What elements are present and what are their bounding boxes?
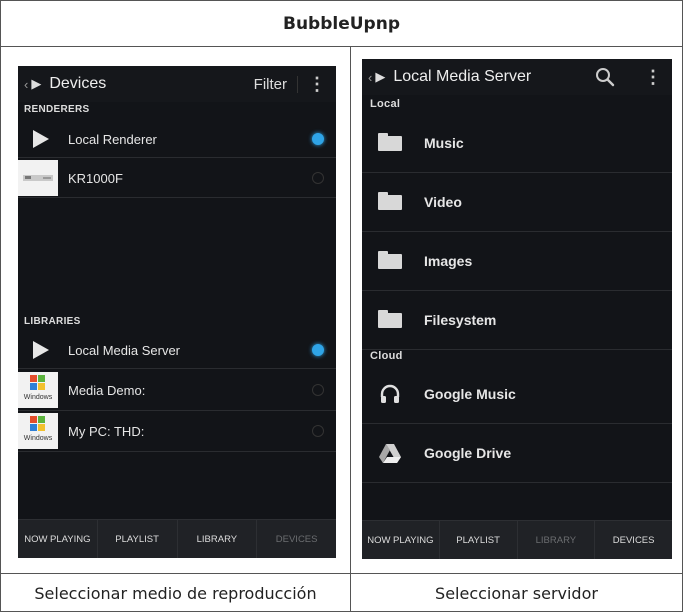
overflow-menu-icon[interactable]: ⋮ [644,67,662,88]
back-chevron-icon: ‹ [24,76,29,92]
devices-actionbar: ‹ ▶ Devices Filter ⋮ [18,66,336,102]
bubbleupnp-play-icon: ▶ [375,69,386,84]
column-divider [350,47,351,611]
folder-icon [378,309,402,328]
app-logo[interactable]: ‹ ▶ [368,69,385,85]
caption-left: Seleccionar medio de reproducción [34,583,317,603]
renderer-name: Local Renderer [68,131,157,147]
server-tab-bar: NOW PLAYING PLAYLIST LIBRARY DEVICES [362,520,672,559]
headphones-icon [380,384,400,403]
browse-item-music[interactable]: Music [362,114,672,173]
tab-devices[interactable]: DEVICES [595,521,672,559]
local-header: Local [370,98,401,110]
radio-selected[interactable] [312,344,324,356]
tab-playlist[interactable]: PLAYLIST [98,520,178,558]
windows-media-player-icon: Windows [18,372,58,408]
tab-library[interactable]: LIBRARY [518,521,596,559]
search-icon[interactable] [594,66,616,88]
play-icon [24,333,58,367]
overflow-menu-icon[interactable]: ⋮ [308,74,326,95]
windows-media-player-icon: Windows [18,413,58,449]
renderer-row-kr1000f[interactable]: KR1000F [18,159,336,198]
browse-item-label: Filesystem [424,312,497,328]
svg-text:Windows: Windows [24,394,53,401]
radio-unselected[interactable] [312,384,324,396]
caption-row: Seleccionar medio de reproducción Selecc… [1,573,682,612]
browse-item-label: Video [424,194,462,210]
svg-text:Windows: Windows [24,435,53,442]
server-title: Local Media Server [393,68,532,85]
library-row-my-pc[interactable]: Windows My PC: THD: [18,411,336,452]
browse-item-label: Google Music [424,386,516,402]
library-name: Local Media Server [68,342,180,358]
renderers-header: RENDERERS [24,104,90,115]
folder-icon [378,250,402,269]
radio-unselected[interactable] [312,425,324,437]
renderer-row-local[interactable]: Local Renderer [18,121,336,158]
folder-icon [378,191,402,210]
browse-item-filesystem[interactable]: Filesystem [362,291,672,350]
browse-item-label: Images [424,253,473,269]
cloud-header: Cloud [370,350,403,362]
play-icon [24,122,58,156]
back-chevron-icon: ‹ [368,69,373,85]
bubbleupnp-play-icon: ▶ [31,76,42,91]
server-actionbar: ‹ ▶ Local Media Server ⋮ [362,59,672,95]
browse-item-google-drive[interactable]: Google Drive [362,424,672,483]
tab-playlist[interactable]: PLAYLIST [440,521,518,559]
library-name: Media Demo: [68,382,146,398]
google-drive-icon [379,444,401,463]
figure-title: BubbleUpnp [1,1,682,47]
figure-frame: BubbleUpnp ‹ ▶ Devices Filter ⋮ RENDERER… [0,0,683,612]
library-row-media-demo[interactable]: Windows Media Demo: [18,370,336,411]
app-logo[interactable]: ‹ ▶ [24,76,41,92]
device-thumbnail [18,160,58,196]
browse-item-images[interactable]: Images [362,232,672,291]
radio-unselected[interactable] [312,172,324,184]
libraries-header: LIBRARIES [24,316,81,327]
tab-library[interactable]: LIBRARY [178,520,258,558]
browse-item-google-music[interactable]: Google Music [362,365,672,424]
browse-item-label: Music [424,135,464,151]
radio-selected[interactable] [312,133,324,145]
filter-button[interactable]: Filter [254,75,298,93]
folder-icon [378,132,402,151]
tab-devices[interactable]: DEVICES [257,520,336,558]
devices-title: Devices [49,75,107,92]
browse-item-label: Google Drive [424,445,512,461]
renderer-name: KR1000F [68,170,123,186]
tab-now-playing[interactable]: NOW PLAYING [18,520,98,558]
library-name: My PC: THD: [68,423,145,439]
browse-item-video[interactable]: Video [362,173,672,232]
devices-screen: ‹ ▶ Devices Filter ⋮ RENDERERS Local Ren… [18,66,336,558]
server-screen: ‹ ▶ Local Media Server ⋮ Local Music Vid… [362,59,672,559]
devices-tab-bar: NOW PLAYING PLAYLIST LIBRARY DEVICES [18,519,336,558]
library-row-local-media-server[interactable]: Local Media Server [18,332,336,369]
tab-now-playing[interactable]: NOW PLAYING [362,521,440,559]
caption-right: Seleccionar servidor [435,583,598,603]
